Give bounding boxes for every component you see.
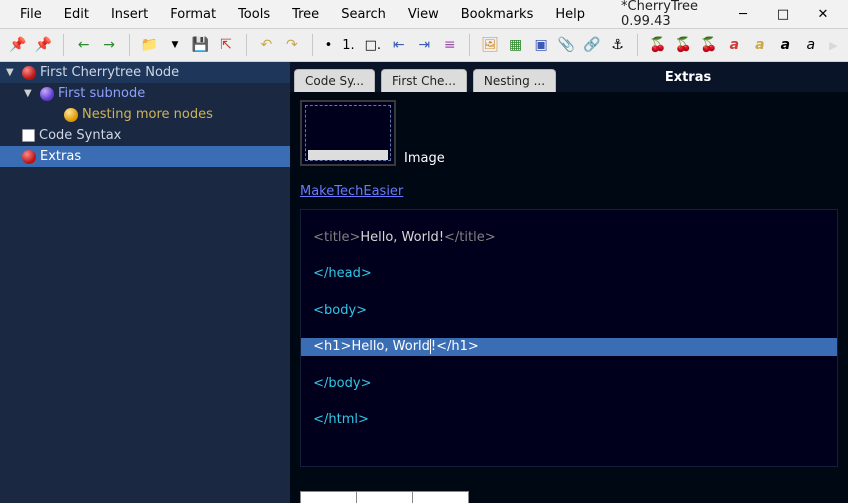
- tree-node-extras[interactable]: Extras: [0, 146, 290, 167]
- back-icon[interactable]: ←: [74, 35, 93, 55]
- node-square-icon: [22, 129, 35, 142]
- menu-view[interactable]: View: [398, 3, 449, 26]
- redo-icon[interactable]: ↷: [282, 35, 301, 55]
- tab-first-cherrytree[interactable]: First Che...: [381, 69, 467, 92]
- menu-file[interactable]: File: [10, 3, 52, 26]
- document-area[interactable]: Image MakeTechEasier <title>Hello, World…: [290, 92, 848, 503]
- tree-node-first[interactable]: ▼ First Cherrytree Node: [0, 62, 290, 83]
- cherry3-icon[interactable]: 🍒: [699, 35, 718, 55]
- forward-icon[interactable]: →: [99, 35, 118, 55]
- menu-bar: File Edit Insert Format Tools Tree Searc…: [0, 0, 848, 28]
- tree-node-codesyntax[interactable]: Code Syntax: [0, 125, 290, 146]
- tree-label: First subnode: [58, 86, 145, 101]
- menu-format[interactable]: Format: [160, 3, 226, 26]
- menu-search[interactable]: Search: [331, 3, 396, 26]
- node-red-icon: [22, 66, 36, 80]
- content-panel: Code Sy... First Che... Nesting ... Extr…: [290, 62, 848, 503]
- list-square-icon[interactable]: □.: [363, 38, 383, 53]
- tree-node-subnode[interactable]: ▼ First subnode: [0, 83, 290, 104]
- insert-file-icon[interactable]: 📎: [557, 35, 576, 55]
- undo-icon[interactable]: ↶: [257, 35, 276, 55]
- format-a3-icon[interactable]: a: [776, 35, 795, 55]
- embedded-image[interactable]: [300, 100, 396, 166]
- tree-node-nesting[interactable]: Nesting more nodes: [0, 104, 290, 125]
- tree-label: Code Syntax: [39, 128, 121, 143]
- indent-icon[interactable]: ⇥: [415, 35, 434, 55]
- maximize-icon[interactable]: □: [774, 7, 792, 22]
- image-label: Image: [404, 151, 445, 166]
- format-a4-icon[interactable]: a: [801, 35, 820, 55]
- export-icon[interactable]: ⇱: [216, 35, 235, 55]
- tab-code-syntax[interactable]: Code Sy...: [294, 69, 375, 92]
- tree-label: Nesting more nodes: [82, 107, 213, 122]
- save-icon[interactable]: 💾: [191, 35, 210, 55]
- menu-insert[interactable]: Insert: [101, 3, 158, 26]
- embedded-table[interactable]: [300, 491, 469, 503]
- insert-table-icon[interactable]: ▦: [506, 35, 525, 55]
- tree-label: First Cherrytree Node: [40, 65, 179, 80]
- cherry2-icon[interactable]: 🍒: [674, 35, 693, 55]
- tree-panel: ▼ First Cherrytree Node ▼ First subnode …: [0, 62, 290, 503]
- toolbar-overflow-icon[interactable]: ▶: [827, 39, 841, 52]
- link-maketecheasier[interactable]: MakeTechEasier: [300, 184, 403, 199]
- close-icon[interactable]: ✕: [814, 7, 832, 22]
- tree-label: Extras: [40, 149, 81, 164]
- tab-bar: Code Sy... First Che... Nesting ... Extr…: [290, 62, 848, 92]
- node-purple-icon: [40, 87, 54, 101]
- list-number-icon[interactable]: 1.: [340, 38, 356, 53]
- format-a1-icon[interactable]: a: [725, 35, 744, 55]
- menu-bookmarks[interactable]: Bookmarks: [451, 3, 544, 26]
- list-bullet-icon[interactable]: •: [323, 38, 335, 53]
- tab-title: Extras: [562, 70, 844, 85]
- menu-help[interactable]: Help: [545, 3, 595, 26]
- node-red-icon: [22, 150, 36, 164]
- insert-link-icon[interactable]: 🔗: [582, 35, 601, 55]
- format-a2-icon[interactable]: a: [750, 35, 769, 55]
- pin-red-icon[interactable]: 📌: [8, 35, 27, 55]
- insert-codebox-icon[interactable]: ▣: [531, 35, 550, 55]
- expand-icon[interactable]: ▼: [24, 88, 36, 99]
- pin-green-icon[interactable]: 📌: [33, 35, 52, 55]
- menu-edit[interactable]: Edit: [54, 3, 99, 26]
- dropdown-icon[interactable]: ▼: [165, 35, 184, 55]
- tab-nesting[interactable]: Nesting ...: [473, 69, 556, 92]
- cherry1-icon[interactable]: 🍒: [648, 35, 667, 55]
- justify-icon[interactable]: ≡: [440, 35, 459, 55]
- insert-image-icon[interactable]: 🖼: [480, 35, 499, 55]
- menu-tools[interactable]: Tools: [228, 3, 280, 26]
- minimize-icon[interactable]: ─: [734, 7, 752, 22]
- toolbar: 📌 📌 ← → 📁 ▼ 💾 ⇱ ↶ ↷ • 1. □. ⇤ ⇥ ≡ 🖼 ▦ ▣ …: [0, 28, 848, 62]
- node-gold-icon: [64, 108, 78, 122]
- codebox[interactable]: <title>Hello, World!</title> </head> <bo…: [300, 209, 838, 467]
- folder-icon[interactable]: 📁: [140, 35, 159, 55]
- insert-anchor-icon[interactable]: ⚓: [608, 35, 627, 55]
- window-title: *CherryTree 0.99.43: [621, 0, 732, 29]
- expand-icon[interactable]: ▼: [6, 67, 18, 78]
- menu-tree[interactable]: Tree: [282, 3, 329, 26]
- outdent-icon[interactable]: ⇤: [389, 35, 408, 55]
